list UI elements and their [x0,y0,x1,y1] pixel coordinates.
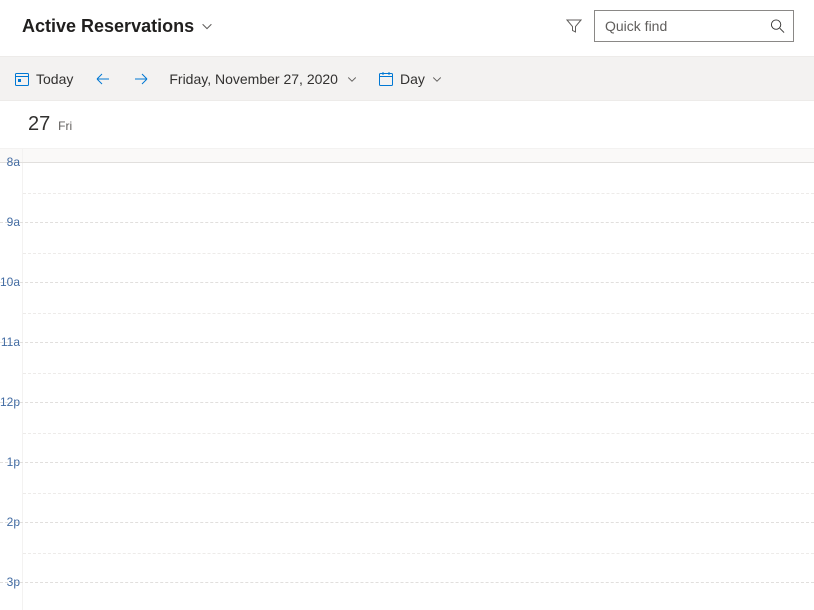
allday-cell[interactable] [22,149,814,162]
calendar-icon [378,71,394,87]
time-row[interactable]: 8a [0,163,814,223]
time-cell[interactable] [22,283,814,342]
view-mode-label: Day [400,71,425,87]
header-right [566,10,794,42]
day-number: 27 [28,113,50,135]
chevron-down-icon [431,73,443,85]
calendar-toolbar: Today Friday, November 27, 2020 Day [0,57,814,101]
time-label: 12p [0,395,22,454]
time-cell[interactable] [22,463,814,522]
time-label: 2p [0,515,22,574]
arrow-right-icon [133,71,149,87]
time-cell[interactable] [22,403,814,462]
prev-button[interactable] [85,57,121,100]
time-row[interactable]: 12p [0,403,814,463]
time-label: 9a [0,215,22,274]
time-row[interactable]: 1p [0,463,814,523]
view-mode-selector[interactable]: Day [368,57,453,100]
time-cell[interactable] [22,343,814,402]
time-cell[interactable] [22,163,814,222]
time-label: 3p [0,575,22,610]
date-picker[interactable]: Friday, November 27, 2020 [161,57,366,100]
next-button[interactable] [123,57,159,100]
calendar-area: 27 Fri 8a 9a 10a 11a 12p 1p [0,101,814,610]
time-row[interactable]: 11a [0,343,814,403]
day-abbr: Fri [58,119,72,133]
page-title: Active Reservations [22,16,194,37]
time-row[interactable]: 9a [0,223,814,283]
allday-row[interactable] [0,149,814,163]
chevron-down-icon [200,19,214,33]
current-date-text: Friday, November 27, 2020 [169,71,338,87]
search-box [594,10,794,42]
time-label: 1p [0,455,22,514]
time-label: 10a [0,275,22,334]
filter-icon[interactable] [566,18,582,34]
time-row[interactable]: 10a [0,283,814,343]
time-grid[interactable]: 8a 9a 10a 11a 12p 1p 2p 3p [0,149,814,610]
day-header: 27 Fri [0,101,814,149]
search-icon[interactable] [770,19,785,34]
time-label: 8a [0,155,22,214]
time-label: 11a [0,335,22,394]
today-button[interactable]: Today [4,57,83,100]
search-input[interactable] [595,11,793,41]
arrow-left-icon [95,71,111,87]
view-selector[interactable]: Active Reservations [22,16,214,37]
today-label: Today [36,71,73,87]
time-row[interactable]: 2p [0,523,814,583]
time-cell[interactable] [22,223,814,282]
header: Active Reservations [0,0,814,57]
chevron-down-icon [346,73,358,85]
time-cell[interactable] [22,523,814,582]
calendar-today-icon [14,71,30,87]
